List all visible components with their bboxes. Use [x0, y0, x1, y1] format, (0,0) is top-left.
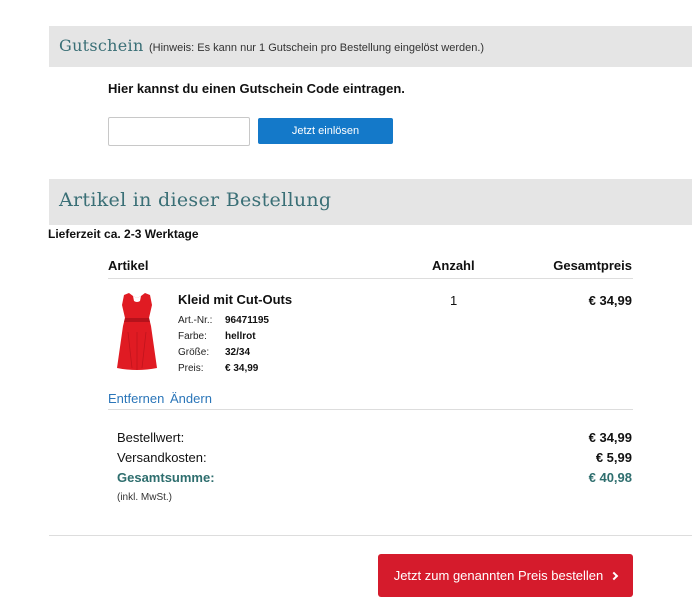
- voucher-heading: Gutschein (Hinweis: Es kann nur 1 Gutsch…: [59, 36, 484, 55]
- remove-item-link[interactable]: Entfernen: [108, 391, 164, 406]
- delivery-time: Lieferzeit ca. 2-3 Werktage: [48, 227, 199, 241]
- change-item-link[interactable]: Ändern: [170, 391, 212, 406]
- place-order-button[interactable]: Jetzt zum genannten Preis bestellen: [378, 554, 633, 597]
- attr-value: 32/34: [225, 347, 251, 358]
- attr-value: 96471195: [225, 315, 269, 326]
- order-value-label: Bestellwert:: [117, 430, 185, 445]
- voucher-code-input[interactable]: [108, 117, 250, 146]
- voucher-title: Gutschein: [59, 36, 144, 55]
- voucher-hint: (Hinweis: Es kann nur 1 Gutschein pro Be…: [148, 42, 485, 54]
- item-total-price: € 34,99: [588, 293, 632, 308]
- attr-value: € 34,99: [225, 363, 259, 374]
- product-color: Farbe: hellrot: [178, 331, 256, 342]
- chevron-right-icon: [610, 571, 619, 581]
- grand-total-label: Gesamtsumme:: [117, 470, 215, 485]
- product-name[interactable]: Kleid mit Cut-Outs: [178, 292, 292, 307]
- place-order-label: Jetzt zum genannten Preis bestellen: [393, 568, 604, 583]
- vat-note: (inkl. MwSt.): [117, 492, 172, 503]
- grand-total-value: € 40,98: [588, 470, 632, 485]
- attr-label: Preis:: [178, 363, 204, 374]
- attr-value: hellrot: [225, 331, 256, 342]
- column-header-total-price: Gesamtpreis: [553, 258, 632, 273]
- column-header-article: Artikel: [108, 258, 149, 273]
- shipping-value: € 5,99: [595, 450, 632, 465]
- order-value: € 34,99: [588, 430, 632, 445]
- articles-title: Artikel in dieser Bestellung: [59, 189, 332, 211]
- column-header-quantity: Anzahl: [432, 258, 475, 273]
- redeem-voucher-button[interactable]: Jetzt einlösen: [258, 118, 393, 144]
- product-size: Größe: 32/34: [178, 347, 250, 358]
- shipping-label: Versandkosten:: [117, 450, 207, 465]
- attr-label: Farbe:: [178, 331, 207, 342]
- product-article-number: Art.-Nr.: 96471195: [178, 315, 269, 326]
- item-divider: [108, 409, 633, 410]
- voucher-instruction: Hier kannst du einen Gutschein Code eint…: [108, 81, 405, 96]
- product-unit-price: Preis: € 34,99: [178, 363, 258, 374]
- red-dress-image: [117, 293, 157, 370]
- summary-divider: [49, 535, 692, 536]
- item-quantity: 1: [450, 293, 458, 308]
- attr-label: Art.-Nr.:: [178, 315, 213, 326]
- attr-label: Größe:: [178, 347, 210, 358]
- header-divider: [108, 278, 633, 279]
